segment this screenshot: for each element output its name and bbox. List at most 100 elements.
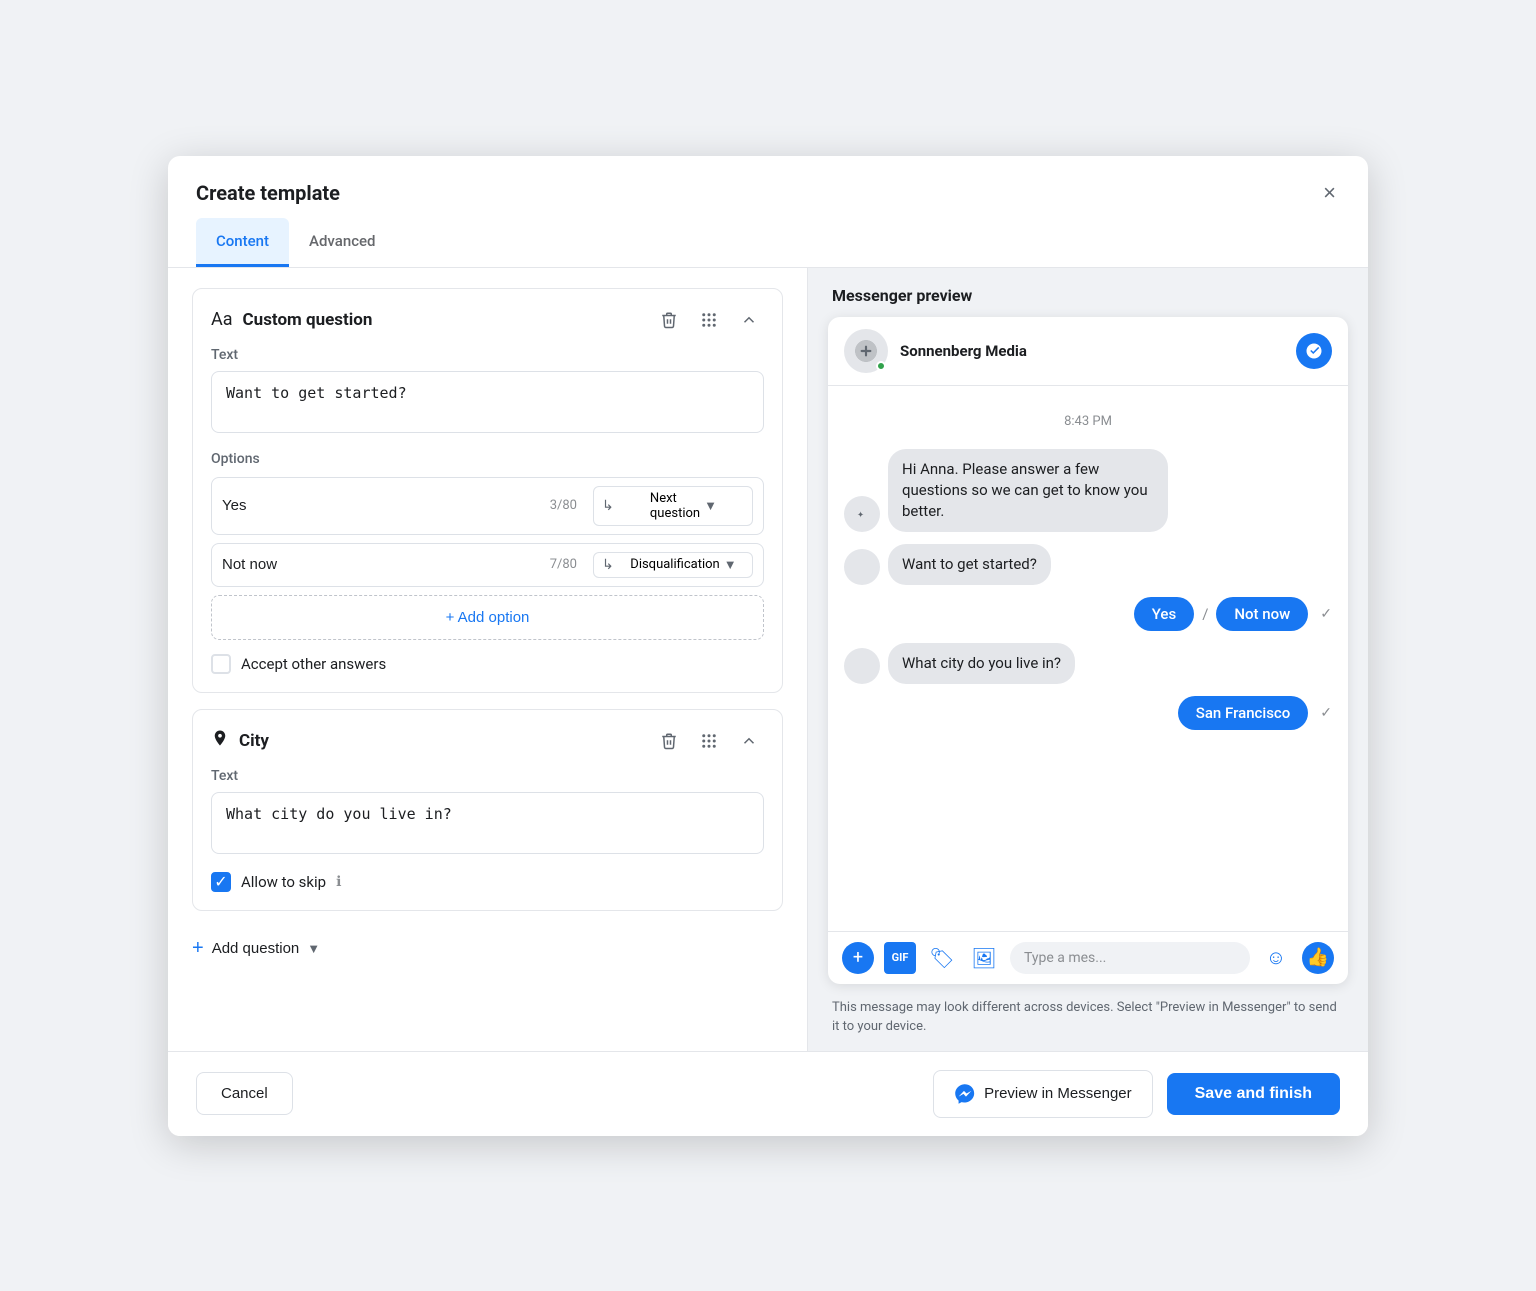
modal-header: Create template × <box>168 156 1368 210</box>
allow-skip-label: Allow to skip <box>241 873 326 891</box>
city-grid-button[interactable] <box>694 728 724 754</box>
online-dot <box>876 361 886 371</box>
collapse-question-button[interactable] <box>734 307 764 333</box>
reply-sep: / <box>1202 605 1208 623</box>
company-row: Sonnenberg Media <box>828 317 1348 386</box>
goto-next-label: Next question <box>650 491 700 521</box>
sf-check-icon: ✓ <box>1320 705 1332 721</box>
custom-question-title: Custom question <box>243 310 644 330</box>
option-row: 3/80 ↳ Next question ▼ <box>211 477 764 535</box>
svg-text:✦: ✦ <box>857 510 864 520</box>
intro-bubble: Hi Anna. Please answer a few questions s… <box>888 449 1168 532</box>
question-text-input[interactable] <box>211 371 764 433</box>
question1-row: Want to get started? <box>844 544 1332 585</box>
reply-notnow-chip: Not now <box>1216 597 1308 631</box>
gif-icon[interactable]: GIF <box>884 942 916 974</box>
right-panel: Messenger preview Sonnenberg Media 8:43 … <box>808 268 1368 1051</box>
card-title-row: Aa Custom question <box>211 307 764 333</box>
modal-title: Create template <box>196 181 340 205</box>
delete-city-button[interactable] <box>654 728 684 754</box>
messenger-chat: 8:43 PM ✦ Hi Anna. Please answer a few q… <box>828 386 1348 931</box>
preview-in-messenger-button[interactable]: Preview in Messenger <box>933 1070 1153 1118</box>
reply-row: Yes / Not now ✓ <box>844 597 1332 631</box>
modal-footer: Cancel Preview in Messenger Save and fin… <box>168 1051 1368 1136</box>
add-option-button[interactable]: + Add option <box>211 595 764 640</box>
city-icon <box>211 729 229 752</box>
question2-bubble: What city do you live in? <box>888 643 1075 684</box>
like-icon[interactable]: 👍 <box>1302 942 1334 974</box>
image-icon[interactable]: 🖼 <box>968 942 1000 974</box>
option-row: 7/80 ↳ Disqualification ▼ <box>211 543 764 587</box>
add-question-button[interactable]: + Add question ▼ <box>192 927 783 970</box>
goto-disqualification-dropdown[interactable]: ↳ Disqualification ▼ <box>593 552 753 578</box>
left-panel: Aa Custom question Text <box>168 268 808 1051</box>
goto-next-arrow-icon: ▼ <box>704 498 744 514</box>
accept-other-checkbox[interactable] <box>211 654 231 674</box>
city-card: City Text <box>192 709 783 911</box>
city-text-label: Text <box>211 768 764 784</box>
accept-other-row: Accept other answers <box>211 654 764 674</box>
message-input[interactable]: Type a mes... <box>1010 942 1250 974</box>
tab-advanced[interactable]: Advanced <box>289 218 395 267</box>
sf-reply-chip: San Francisco <box>1178 696 1309 730</box>
sticker-icon[interactable]: 🏷 <box>926 942 958 974</box>
city-text-input[interactable] <box>211 792 764 854</box>
preview-header: Messenger preview <box>808 268 1368 317</box>
company-name: Sonnenberg Media <box>900 342 1027 360</box>
collapse-city-button[interactable] <box>734 728 764 754</box>
right-footer-actions: Preview in Messenger Save and finish <box>933 1070 1340 1118</box>
option-notnow-input[interactable] <box>222 556 542 573</box>
bot-avatar: ✦ <box>844 496 880 532</box>
messenger-window: Sonnenberg Media 8:43 PM ✦ <box>828 317 1348 984</box>
question1-bubble: Want to get started? <box>888 544 1051 585</box>
text-field-label: Text <box>211 347 764 363</box>
tab-content[interactable]: Content <box>196 218 289 267</box>
bot-intro-row: ✦ Hi Anna. Please answer a few questions… <box>844 449 1332 532</box>
delete-question-button[interactable] <box>654 307 684 333</box>
chat-time: 8:43 PM <box>844 414 1332 429</box>
custom-question-card: Aa Custom question Text <box>192 288 783 693</box>
question2-row: What city do you live in? <box>844 643 1332 684</box>
city-card-actions <box>654 728 764 754</box>
options-label: Options <box>211 451 764 467</box>
city-card-title-row: City <box>211 728 764 754</box>
add-icon[interactable]: + <box>842 942 874 974</box>
allow-skip-row: ✓ Allow to skip ℹ <box>211 872 764 892</box>
sf-reply-row: San Francisco ✓ <box>844 696 1332 730</box>
allow-skip-checkbox[interactable]: ✓ <box>211 872 231 892</box>
preview-btn-label: Preview in Messenger <box>984 1085 1132 1102</box>
city-card-title: City <box>239 731 644 751</box>
card-actions <box>654 307 764 333</box>
goto-disq-label: Disqualification <box>630 557 719 572</box>
option-notnow-count: 7/80 <box>550 557 577 572</box>
emoji-icon[interactable]: ☺ <box>1260 942 1292 974</box>
accept-other-label: Accept other answers <box>241 655 386 673</box>
preview-note: This message may look different across d… <box>808 984 1368 1051</box>
add-question-label: Add question <box>212 940 300 957</box>
messenger-input-bar: + GIF 🏷 🖼 Type a mes... ☺ 👍 <box>828 931 1348 984</box>
q1-avatar-icon <box>844 549 880 585</box>
goto-next-question-dropdown[interactable]: ↳ Next question ▼ <box>593 486 753 526</box>
q1-avatar <box>844 549 880 585</box>
grid-button[interactable] <box>694 307 724 333</box>
info-icon[interactable]: ℹ <box>336 874 341 890</box>
custom-question-icon: Aa <box>211 309 233 330</box>
modal-body: Aa Custom question Text <box>168 268 1368 1051</box>
plus-icon: + <box>192 937 204 960</box>
bot-avatar-icon: ✦ <box>844 496 880 532</box>
reply-yes-chip: Yes <box>1134 597 1194 631</box>
close-button[interactable]: × <box>1319 176 1340 210</box>
option-yes-count: 3/80 <box>550 498 577 513</box>
company-avatar <box>844 329 888 373</box>
messenger-send-icon <box>1296 333 1332 369</box>
add-question-arrow-icon: ▼ <box>307 941 320 956</box>
create-template-modal: Create template × Content Advanced Aa Cu… <box>168 156 1368 1136</box>
option-yes-input[interactable] <box>222 497 542 514</box>
goto-disq-arrow-icon: ▼ <box>724 557 744 573</box>
cancel-button[interactable]: Cancel <box>196 1072 293 1115</box>
tabs: Content Advanced <box>168 218 1368 268</box>
q2-avatar <box>844 648 880 684</box>
save-finish-button[interactable]: Save and finish <box>1167 1073 1340 1115</box>
q2-avatar-icon <box>844 648 880 684</box>
check-icon: ✓ <box>1320 606 1332 622</box>
